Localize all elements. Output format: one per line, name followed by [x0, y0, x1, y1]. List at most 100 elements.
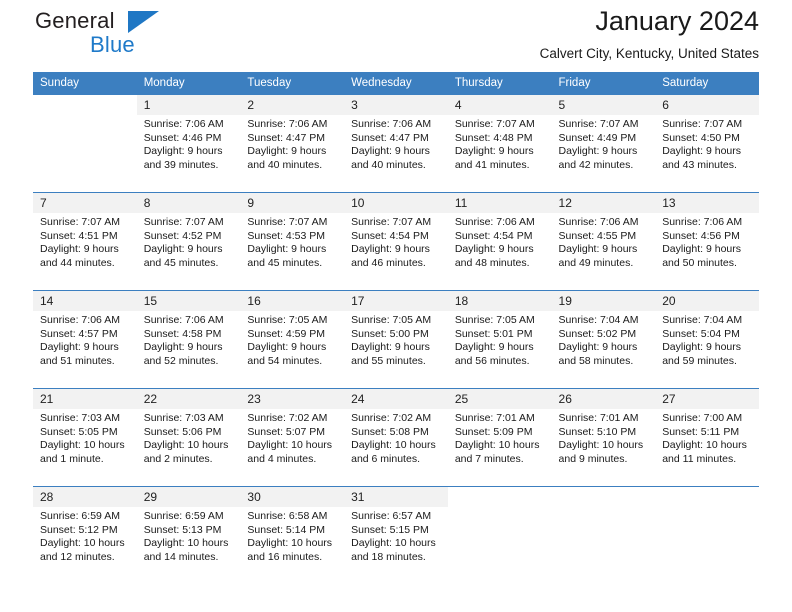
day-detail-line: Sunset: 5:10 PM	[558, 425, 637, 438]
day-detail-line: and 52 minutes.	[143, 354, 219, 367]
week-detail-row: Sunrise: 6:59 AM Sunset: 5:12 PM Daylight:…	[33, 507, 759, 576]
day-number-31[interactable]: 31	[344, 486, 448, 507]
day-detail-line: and 40 minutes.	[247, 158, 323, 171]
day-detail-line: Sunrise: 7:07 AM	[40, 216, 120, 228]
day-cell-4[interactable]: Sunrise: 7:07 AM Sunset: 4:48 PM Daylight:…	[447, 115, 552, 184]
day-number-11[interactable]: 11	[447, 192, 552, 213]
week-daynumber-row: 28 29 30 31	[33, 486, 759, 507]
day-cell-10[interactable]: Sunrise: 7:07 AM Sunset: 4:54 PM Daylight:…	[344, 213, 448, 282]
day-cell-31[interactable]: Sunrise: 6:57 AM Sunset: 5:15 PM Daylight:…	[344, 507, 448, 576]
day-cell-6[interactable]: Sunrise: 7:07 AM Sunset: 4:50 PM Daylight:…	[655, 115, 759, 184]
day-number-18[interactable]: 18	[447, 290, 552, 311]
day-detail-line: Sunset: 5:11 PM	[662, 425, 740, 438]
general-blue-logo[interactable]: General Blue	[33, 8, 203, 60]
day-number-empty	[551, 486, 656, 507]
day-cell-15[interactable]: Sunrise: 7:06 AM Sunset: 4:58 PM Daylight:…	[136, 311, 241, 380]
day-number-7[interactable]: 7	[33, 192, 137, 213]
day-number-15[interactable]: 15	[136, 290, 241, 311]
day-number-30[interactable]: 30	[240, 486, 345, 507]
day-detail-line: Daylight: 9 hours	[662, 341, 742, 354]
day-detail-line: Sunset: 5:00 PM	[351, 327, 429, 340]
day-cell-5[interactable]: Sunrise: 7:07 AM Sunset: 4:49 PM Daylight:…	[551, 115, 656, 184]
day-cell-24[interactable]: Sunrise: 7:02 AM Sunset: 5:08 PM Daylight:…	[344, 409, 448, 478]
calendar-body: 123456 Sunrise: 7:06 AM Sunset: 4:46 PM Da…	[33, 94, 759, 576]
day-cell-22[interactable]: Sunrise: 7:03 AM Sunset: 5:06 PM Daylight:…	[136, 409, 241, 478]
day-cell-empty	[551, 507, 656, 576]
day-cell-14[interactable]: Sunrise: 7:06 AM Sunset: 4:57 PM Daylight:…	[33, 311, 137, 380]
day-cell-27[interactable]: Sunrise: 7:00 AM Sunset: 5:11 PM Daylight:…	[655, 409, 759, 478]
day-detail-line: Sunset: 4:51 PM	[40, 229, 118, 242]
day-detail-line: Sunset: 4:52 PM	[143, 229, 222, 242]
day-number-10[interactable]: 10	[344, 192, 448, 213]
day-number-2[interactable]: 2	[240, 94, 345, 115]
page-title: January 2024	[595, 6, 759, 36]
day-detail-line: Sunrise: 7:02 AM	[351, 412, 432, 424]
day-cell-1[interactable]: Sunrise: 7:06 AM Sunset: 4:46 PM Daylight:…	[136, 115, 241, 184]
day-cell-20[interactable]: Sunrise: 7:04 AM Sunset: 5:04 PM Daylight:…	[655, 311, 759, 380]
day-cell-16[interactable]: Sunrise: 7:05 AM Sunset: 4:59 PM Daylight:…	[240, 311, 345, 380]
day-number-4[interactable]: 4	[447, 94, 552, 115]
day-number-12[interactable]: 12	[551, 192, 656, 213]
day-number-22[interactable]: 22	[136, 388, 241, 409]
day-detail-line: Sunset: 4:50 PM	[662, 131, 740, 144]
day-number-20[interactable]: 20	[655, 290, 759, 311]
day-cell-7[interactable]: Sunrise: 7:07 AM Sunset: 4:51 PM Daylight:…	[33, 213, 137, 282]
day-detail-line: Daylight: 9 hours	[40, 341, 119, 354]
day-cell-11[interactable]: Sunrise: 7:06 AM Sunset: 4:54 PM Daylight:…	[447, 213, 552, 282]
day-number-17[interactable]: 17	[344, 290, 448, 311]
day-number-5[interactable]: 5	[551, 94, 656, 115]
calendar-table: Sunday Monday Tuesday Wednesday Thursday…	[33, 72, 759, 576]
day-number-19[interactable]: 19	[551, 290, 656, 311]
day-cell-17[interactable]: Sunrise: 7:05 AM Sunset: 5:00 PM Daylight:…	[344, 311, 448, 380]
day-number-16[interactable]: 16	[240, 290, 345, 311]
day-detail-line: and 2 minutes.	[143, 452, 213, 465]
day-cell-19[interactable]: Sunrise: 7:04 AM Sunset: 5:02 PM Daylight:…	[551, 311, 656, 380]
day-cell-3[interactable]: Sunrise: 7:06 AM Sunset: 4:47 PM Daylight:…	[344, 115, 448, 184]
day-cell-empty	[33, 115, 137, 184]
weekday-header-tuesday: Tuesday	[240, 72, 345, 94]
day-detail-line: Sunset: 4:49 PM	[558, 131, 637, 144]
day-cell-29[interactable]: Sunrise: 6:59 AM Sunset: 5:13 PM Daylight:…	[136, 507, 241, 576]
day-cell-18[interactable]: Sunrise: 7:05 AM Sunset: 5:01 PM Daylight:…	[447, 311, 552, 380]
day-detail-line: Daylight: 9 hours	[558, 341, 638, 354]
day-cell-12[interactable]: Sunrise: 7:06 AM Sunset: 4:55 PM Daylight:…	[551, 213, 656, 282]
day-cell-30[interactable]: Sunrise: 6:58 AM Sunset: 5:14 PM Daylight:…	[240, 507, 345, 576]
day-number-9[interactable]: 9	[240, 192, 345, 213]
day-detail-line: and 4 minutes.	[247, 452, 317, 465]
day-detail-line: Daylight: 9 hours	[558, 243, 638, 256]
day-number-23[interactable]: 23	[240, 388, 345, 409]
day-detail-line: Sunrise: 7:07 AM	[662, 118, 743, 130]
day-cell-25[interactable]: Sunrise: 7:01 AM Sunset: 5:09 PM Daylight:…	[447, 409, 552, 478]
day-number-14[interactable]: 14	[33, 290, 137, 311]
day-cell-28[interactable]: Sunrise: 6:59 AM Sunset: 5:12 PM Daylight:…	[33, 507, 137, 576]
day-cell-8[interactable]: Sunrise: 7:07 AM Sunset: 4:52 PM Daylight:…	[136, 213, 241, 282]
day-number-3[interactable]: 3	[344, 94, 448, 115]
day-cell-2[interactable]: Sunrise: 7:06 AM Sunset: 4:47 PM Daylight:…	[240, 115, 345, 184]
day-cell-23[interactable]: Sunrise: 7:02 AM Sunset: 5:07 PM Daylight:…	[240, 409, 345, 478]
day-number-24[interactable]: 24	[344, 388, 448, 409]
day-detail-line: Sunset: 5:02 PM	[558, 327, 637, 340]
day-number-13[interactable]: 13	[655, 192, 759, 213]
day-number-8[interactable]: 8	[136, 192, 241, 213]
day-number-1[interactable]: 1	[136, 94, 241, 115]
day-number-6[interactable]: 6	[655, 94, 759, 115]
day-number-27[interactable]: 27	[655, 388, 759, 409]
day-cell-13[interactable]: Sunrise: 7:06 AM Sunset: 4:56 PM Daylight:…	[655, 213, 759, 282]
day-cell-26[interactable]: Sunrise: 7:01 AM Sunset: 5:10 PM Daylight:…	[551, 409, 656, 478]
day-number-25[interactable]: 25	[447, 388, 552, 409]
day-number-28[interactable]: 28	[33, 486, 137, 507]
day-detail-line: and 40 minutes.	[351, 158, 426, 171]
day-detail-line: and 45 minutes.	[247, 256, 323, 269]
weekday-header-wednesday: Wednesday	[344, 72, 448, 94]
day-detail-line: Sunrise: 7:07 AM	[247, 216, 328, 228]
day-detail-line: Daylight: 10 hours	[247, 537, 333, 550]
week-separator-cell	[33, 184, 759, 193]
day-detail-line: Sunrise: 6:59 AM	[40, 510, 120, 522]
day-number-26[interactable]: 26	[551, 388, 656, 409]
day-detail-line: Daylight: 9 hours	[143, 341, 223, 354]
week-separator-cell	[33, 282, 759, 291]
day-number-21[interactable]: 21	[33, 388, 137, 409]
day-cell-9[interactable]: Sunrise: 7:07 AM Sunset: 4:53 PM Daylight:…	[240, 213, 345, 282]
day-cell-21[interactable]: Sunrise: 7:03 AM Sunset: 5:05 PM Daylight:…	[33, 409, 137, 478]
day-number-29[interactable]: 29	[136, 486, 241, 507]
